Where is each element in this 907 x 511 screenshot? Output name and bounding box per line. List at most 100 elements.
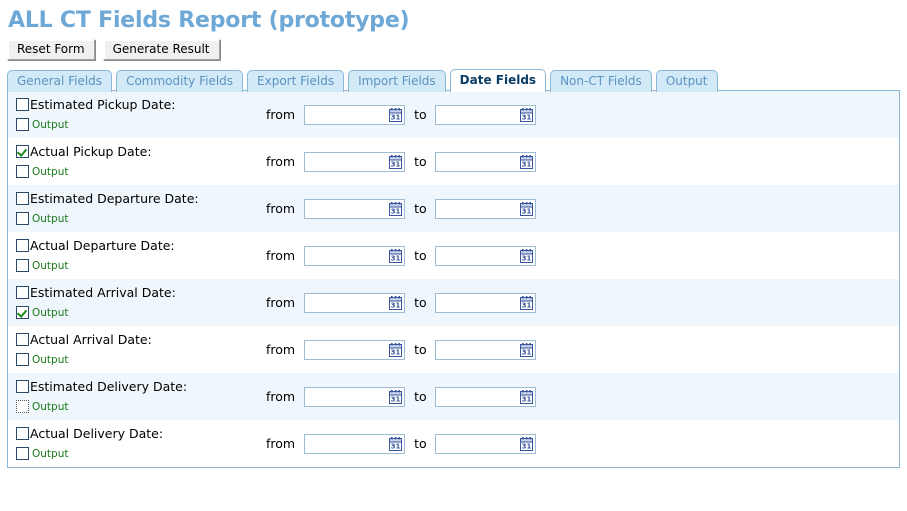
svg-text:31: 31 bbox=[521, 160, 531, 168]
tab-general-fields[interactable]: General Fields bbox=[7, 70, 113, 92]
calendar-icon[interactable]: 31 bbox=[388, 248, 403, 264]
field-label: Estimated Departure Date: bbox=[30, 190, 199, 206]
calendar-icon[interactable]: 31 bbox=[519, 295, 534, 311]
tab-date-fields[interactable]: Date Fields bbox=[449, 69, 547, 92]
calendar-icon[interactable]: 31 bbox=[519, 436, 534, 452]
field-enable-checkbox[interactable] bbox=[16, 145, 29, 158]
date-from-input[interactable]: 31 bbox=[304, 198, 406, 219]
date-to-input[interactable]: 31 bbox=[434, 198, 536, 219]
svg-text:31: 31 bbox=[391, 442, 401, 450]
reset-form-button[interactable]: Reset Form bbox=[7, 39, 95, 60]
calendar-icon[interactable]: 31 bbox=[519, 107, 534, 123]
calendar-icon[interactable]: 31 bbox=[519, 342, 534, 358]
calendar-icon[interactable]: 31 bbox=[388, 342, 403, 358]
to-label: to bbox=[414, 435, 427, 451]
field-enable-checkbox[interactable] bbox=[16, 380, 29, 393]
calendar-icon[interactable]: 31 bbox=[519, 154, 534, 170]
date-from-input[interactable]: 31 bbox=[304, 339, 406, 360]
output-toggle-line: Output bbox=[16, 304, 266, 321]
from-label: from bbox=[266, 153, 296, 169]
calendar-icon[interactable]: 31 bbox=[388, 154, 403, 170]
date-field-row: Actual Pickup Date: Output from 31 to 31 bbox=[8, 138, 899, 185]
svg-text:31: 31 bbox=[521, 348, 531, 356]
output-label: Output bbox=[32, 306, 69, 319]
tab-commodity-fields[interactable]: Commodity Fields bbox=[116, 70, 244, 92]
date-from-input[interactable]: 31 bbox=[304, 151, 406, 172]
tab-export-fields[interactable]: Export Fields bbox=[247, 70, 345, 92]
output-checkbox[interactable] bbox=[16, 353, 29, 366]
date-from-input[interactable]: 31 bbox=[304, 386, 406, 407]
svg-text:31: 31 bbox=[391, 395, 401, 403]
field-enable-line: Actual Arrival Date: bbox=[16, 331, 266, 348]
date-range-cell: from 31 to 31 bbox=[266, 190, 536, 220]
output-label: Output bbox=[32, 400, 69, 413]
to-label: to bbox=[414, 200, 427, 216]
output-checkbox[interactable] bbox=[16, 165, 29, 178]
to-label: to bbox=[414, 341, 427, 357]
date-to-input[interactable]: 31 bbox=[434, 386, 536, 407]
svg-text:31: 31 bbox=[521, 301, 531, 309]
to-label: to bbox=[414, 153, 427, 169]
field-enable-checkbox[interactable] bbox=[16, 427, 29, 440]
date-field-label-cell: Estimated Departure Date: Output bbox=[8, 190, 266, 227]
calendar-icon[interactable]: 31 bbox=[388, 201, 403, 217]
field-label: Actual Departure Date: bbox=[30, 237, 175, 253]
field-enable-line: Actual Delivery Date: bbox=[16, 425, 266, 442]
calendar-icon[interactable]: 31 bbox=[388, 295, 403, 311]
calendar-icon[interactable]: 31 bbox=[388, 389, 403, 405]
field-enable-checkbox[interactable] bbox=[16, 286, 29, 299]
output-checkbox[interactable] bbox=[16, 259, 29, 272]
output-toggle-line: Output bbox=[16, 398, 266, 415]
date-to-input[interactable]: 31 bbox=[434, 151, 536, 172]
date-from-input[interactable]: 31 bbox=[304, 245, 406, 266]
date-to-input[interactable]: 31 bbox=[434, 245, 536, 266]
date-field-row: Estimated Delivery Date: Output from 31 to 31 bbox=[8, 373, 899, 420]
date-from-input[interactable]: 31 bbox=[304, 292, 406, 313]
output-label: Output bbox=[32, 353, 69, 366]
output-label: Output bbox=[32, 118, 69, 131]
from-label: from bbox=[266, 200, 296, 216]
date-from-input[interactable]: 31 bbox=[304, 433, 406, 454]
output-checkbox[interactable] bbox=[16, 447, 29, 460]
field-enable-checkbox[interactable] bbox=[16, 333, 29, 346]
from-label: from bbox=[266, 294, 296, 310]
date-from-input[interactable]: 31 bbox=[304, 104, 406, 125]
date-field-label-cell: Actual Arrival Date: Output bbox=[8, 331, 266, 368]
output-checkbox[interactable] bbox=[16, 400, 29, 413]
output-checkbox[interactable] bbox=[16, 212, 29, 225]
calendar-icon[interactable]: 31 bbox=[519, 248, 534, 264]
date-field-label-cell: Estimated Pickup Date: Output bbox=[8, 96, 266, 133]
calendar-icon[interactable]: 31 bbox=[388, 436, 403, 452]
date-range-cell: from 31 to 31 bbox=[266, 143, 536, 173]
from-label: from bbox=[266, 341, 296, 357]
date-range-cell: from 31 to 31 bbox=[266, 331, 536, 361]
date-to-input[interactable]: 31 bbox=[434, 292, 536, 313]
tab-non-ct-fields[interactable]: Non-CT Fields bbox=[550, 70, 652, 92]
calendar-icon[interactable]: 31 bbox=[388, 107, 403, 123]
calendar-icon[interactable]: 31 bbox=[519, 201, 534, 217]
field-enable-checkbox[interactable] bbox=[16, 239, 29, 252]
date-field-label-cell: Actual Delivery Date: Output bbox=[8, 425, 266, 462]
svg-text:31: 31 bbox=[521, 442, 531, 450]
field-enable-checkbox[interactable] bbox=[16, 192, 29, 205]
from-label: from bbox=[266, 388, 296, 404]
date-range-cell: from 31 to 31 bbox=[266, 284, 536, 314]
svg-text:31: 31 bbox=[391, 254, 401, 262]
field-enable-line: Actual Departure Date: bbox=[16, 237, 266, 254]
calendar-icon[interactable]: 31 bbox=[519, 389, 534, 405]
date-to-input[interactable]: 31 bbox=[434, 104, 536, 125]
field-enable-line: Estimated Delivery Date: bbox=[16, 378, 266, 395]
date-range-cell: from 31 to 31 bbox=[266, 378, 536, 408]
date-to-input[interactable]: 31 bbox=[434, 433, 536, 454]
generate-result-button[interactable]: Generate Result bbox=[102, 39, 220, 60]
output-checkbox[interactable] bbox=[16, 306, 29, 319]
output-checkbox[interactable] bbox=[16, 118, 29, 131]
field-enable-line: Estimated Arrival Date: bbox=[16, 284, 266, 301]
date-field-label-cell: Actual Departure Date: Output bbox=[8, 237, 266, 274]
to-label: to bbox=[414, 294, 427, 310]
field-enable-checkbox[interactable] bbox=[16, 98, 29, 111]
tab-output[interactable]: Output bbox=[655, 70, 718, 92]
tab-import-fields[interactable]: Import Fields bbox=[348, 70, 446, 92]
date-range-cell: from 31 to 31 bbox=[266, 96, 536, 126]
date-to-input[interactable]: 31 bbox=[434, 339, 536, 360]
